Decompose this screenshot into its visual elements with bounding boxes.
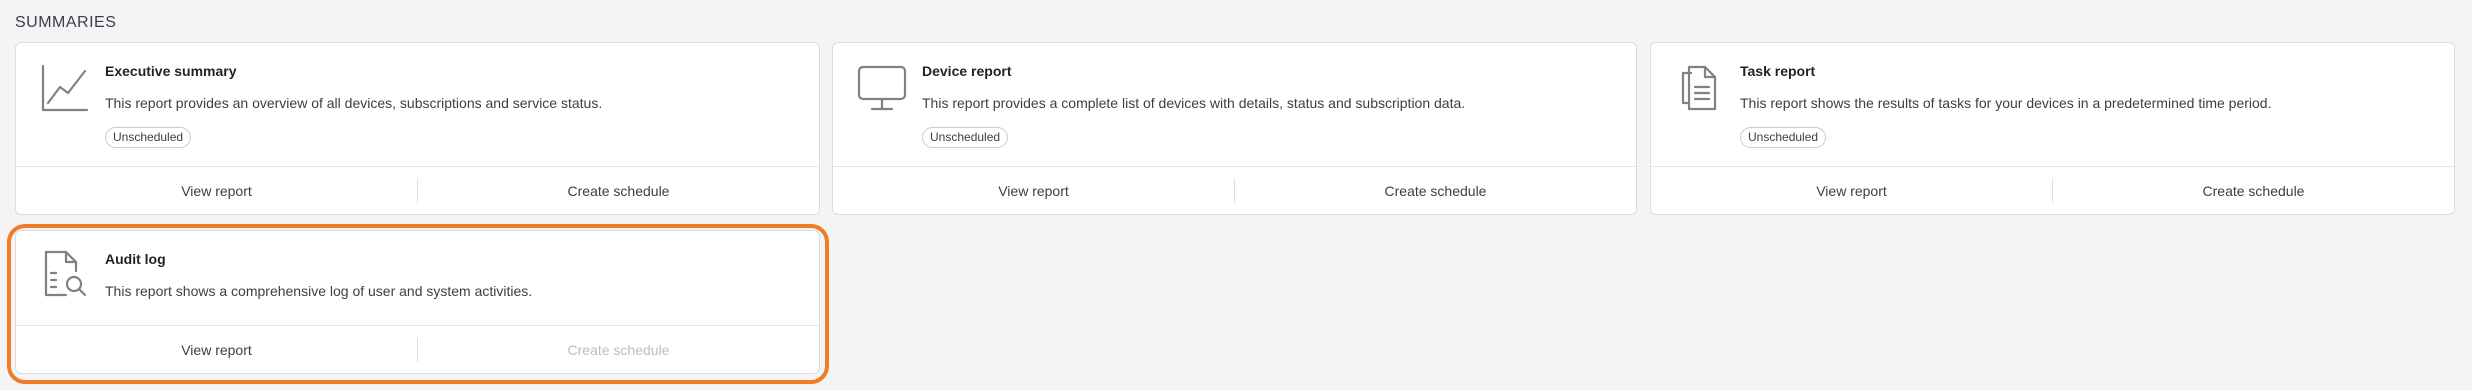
- card-description: This report shows a comprehensive log of…: [105, 283, 533, 299]
- card-actions: View report Create schedule: [833, 166, 1636, 214]
- card-actions: View report Create schedule: [1651, 166, 2454, 214]
- card-title: Audit log: [105, 251, 166, 267]
- card-title: Task report: [1740, 63, 1816, 79]
- view-report-button[interactable]: View report: [833, 183, 1234, 199]
- view-report-button[interactable]: View report: [1651, 183, 2052, 199]
- monitor-icon: [857, 63, 907, 113]
- create-schedule-button[interactable]: Create schedule: [2053, 183, 2454, 199]
- card-title: Executive summary: [105, 63, 237, 79]
- card-description: This report provides an overview of all …: [105, 95, 603, 111]
- section-title: SUMMARIES: [15, 14, 117, 31]
- status-badge: Unscheduled: [1740, 127, 1827, 148]
- line-chart-icon: [40, 63, 90, 113]
- card-title: Device report: [922, 63, 1012, 79]
- documents-icon: [1675, 63, 1725, 113]
- create-schedule-button: Create schedule: [567, 341, 670, 358]
- status-badge: Unscheduled: [922, 127, 1009, 148]
- card-description: This report provides a complete list of …: [922, 95, 1466, 111]
- document-search-icon: [40, 249, 90, 299]
- report-card-device-report: Device report This report provides a com…: [832, 42, 1637, 215]
- status-badge: Unscheduled: [105, 127, 192, 148]
- view-report-button[interactable]: View report: [16, 342, 417, 358]
- card-actions: View report Create schedule: [16, 166, 819, 214]
- report-card-audit-log: Audit log This report shows a comprehens…: [15, 230, 820, 374]
- view-report-button[interactable]: View report: [16, 183, 417, 199]
- card-actions: View report Create schedule: [16, 325, 819, 373]
- report-card-task-report: Task report This report shows the result…: [1650, 42, 2455, 215]
- create-schedule-button[interactable]: Create schedule: [1235, 183, 1636, 199]
- create-schedule-button[interactable]: Create schedule: [418, 183, 819, 199]
- report-card-executive-summary: Executive summary This report provides a…: [15, 42, 820, 215]
- card-description: This report shows the results of tasks f…: [1740, 95, 2272, 111]
